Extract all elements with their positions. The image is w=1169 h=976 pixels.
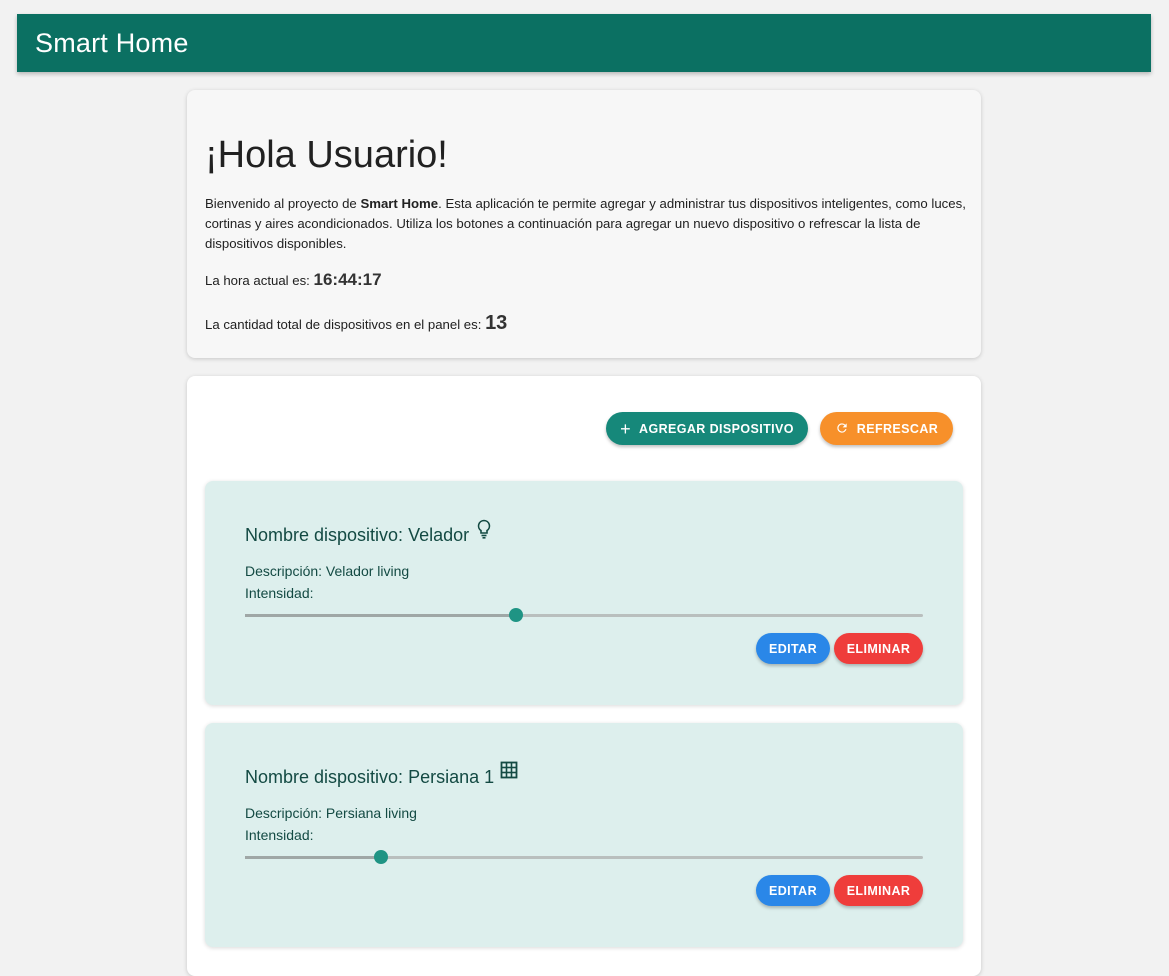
lightbulb-icon (475, 519, 493, 539)
device-card: Nombre dispositivo: Persiana 1 Descripci… (205, 723, 963, 947)
refresh-icon (835, 420, 849, 438)
current-time-label: La hora actual es: (205, 273, 314, 288)
intro-text: Bienvenido al proyecto de Smart Home. Es… (205, 194, 967, 254)
delete-button[interactable]: ELIMINAR (834, 875, 923, 906)
device-title: Nombre dispositivo: Velador (245, 519, 493, 546)
add-device-label: AGREGAR DISPOSITIVO (639, 421, 794, 436)
device-intensity-label: Intensidad: (245, 585, 314, 601)
intensity-slider[interactable] (245, 608, 923, 622)
device-name: Nombre dispositivo: Persiana 1 (245, 767, 495, 787)
refresh-button[interactable]: REFRESCAR (820, 412, 953, 445)
add-device-button[interactable]: + AGREGAR DISPOSITIVO (606, 412, 808, 445)
intro-brand: Smart Home (360, 196, 439, 211)
refresh-label: REFRESCAR (856, 421, 939, 436)
welcome-card: ¡Hola Usuario! Bienvenido al proyecto de… (187, 90, 981, 358)
device-title: Nombre dispositivo: Persiana 1 (245, 761, 518, 788)
plus-icon: + (620, 418, 632, 439)
device-description: Descripción: Persiana living (245, 805, 417, 821)
greeting-heading: ¡Hola Usuario! (205, 134, 448, 176)
slider-thumb[interactable] (373, 850, 388, 864)
current-time-line: La hora actual es: 16:44:17 (205, 270, 382, 290)
devices-panel: + AGREGAR DISPOSITIVO REFRESCAR Nombre d… (187, 376, 981, 976)
app-header: Smart Home (17, 14, 1151, 72)
device-count-label: La cantidad total de dispositivos en el … (205, 317, 486, 332)
delete-button[interactable]: ELIMINAR (834, 633, 923, 664)
app-title: Smart Home (35, 27, 189, 58)
device-card: Nombre dispositivo: Velador Descripción:… (205, 481, 963, 705)
intro-prefix: Bienvenido al proyecto de (205, 196, 361, 211)
device-intensity-label: Intensidad: (245, 827, 314, 843)
device-count-value: 13 (485, 312, 508, 334)
slider-fill (245, 856, 381, 859)
device-description: Descripción: Velador living (245, 563, 410, 579)
current-time-value: 16:44:17 (313, 270, 382, 289)
edit-button[interactable]: EDITAR (756, 633, 830, 664)
device-name: Nombre dispositivo: Velador (245, 525, 470, 545)
slider-fill (245, 614, 517, 617)
edit-button[interactable]: EDITAR (756, 875, 830, 906)
device-count-line: La cantidad total de dispositivos en el … (205, 312, 507, 335)
intensity-slider[interactable] (245, 850, 923, 864)
window-grid-icon (500, 761, 518, 781)
slider-thumb[interactable] (509, 608, 524, 622)
